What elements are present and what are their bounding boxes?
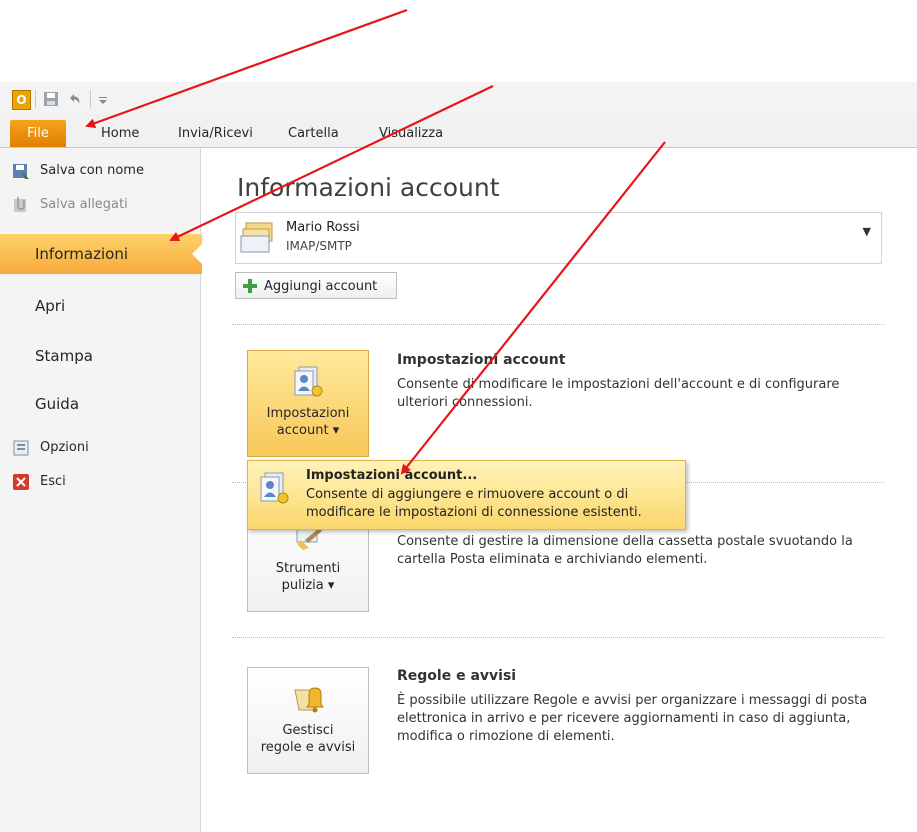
rules-alerts-title: Regole e avvisi — [397, 668, 517, 684]
options-icon — [13, 440, 29, 456]
section-divider — [232, 324, 884, 325]
rules-alerts-icon — [294, 687, 324, 713]
manage-rules-label-2: regole e avvisi — [260, 740, 356, 755]
account-icon — [240, 222, 273, 253]
tab-cartella[interactable]: Cartella — [288, 120, 339, 147]
close-icon — [13, 474, 29, 490]
qat-separator — [35, 90, 36, 108]
plus-icon — [243, 279, 257, 293]
account-settings-icon — [260, 472, 289, 504]
nav-item-informazioni[interactable]: Informazioni — [0, 234, 204, 274]
tab-home[interactable]: Home — [101, 120, 139, 147]
save-as-icon — [13, 164, 29, 179]
save-as-label: Salva con nome — [40, 163, 144, 178]
manage-rules-button[interactable]: Gestisci regole e avvisi — [247, 667, 369, 774]
menu-item-description: Consente di aggiungere e rimuovere accou… — [306, 487, 642, 520]
nav-item-guida[interactable]: Guida — [0, 384, 200, 424]
nav-item-stampa[interactable]: Stampa — [0, 336, 200, 376]
tab-invia-ricevi[interactable]: Invia/Ricevi — [178, 120, 253, 147]
backstage-nav: Salva con nome Salva allegati Informazio… — [0, 148, 204, 832]
qat-separator — [90, 90, 91, 108]
save-icon[interactable] — [42, 90, 60, 108]
add-account-label: Aggiungi account — [264, 279, 378, 294]
exit-label: Esci — [40, 474, 66, 489]
cleanup-tools-label-1: Strumenti — [275, 561, 341, 576]
page-title: Informazioni account — [237, 173, 500, 202]
account-type: IMAP/SMTP — [286, 239, 352, 253]
options-label: Opzioni — [40, 440, 89, 455]
undo-icon[interactable] — [66, 90, 84, 108]
cleanup-tools-description: Consente di gestire la dimensione della … — [397, 534, 853, 567]
account-settings-label-1: Impostazioni — [266, 406, 350, 421]
options-command[interactable]: Opzioni — [12, 436, 89, 460]
account-selector[interactable]: Mario Rossi IMAP/SMTP ▼ — [235, 212, 882, 264]
tab-visualizza[interactable]: Visualizza — [379, 120, 443, 147]
section-divider — [232, 637, 884, 638]
outlook-logo-icon[interactable]: O — [12, 90, 31, 110]
rules-alerts-description: È possibile utilizzare Regole e avvisi p… — [397, 693, 868, 744]
customize-qat-icon[interactable] — [94, 90, 112, 108]
account-settings-description: Consente di modificare le impostazioni d… — [397, 377, 840, 410]
account-settings-menu: Impostazioni account... Consente di aggi… — [247, 460, 686, 530]
cleanup-tools-label-2: pulizia ▾ — [281, 578, 335, 593]
tab-file[interactable]: File — [10, 120, 66, 147]
chevron-down-icon[interactable]: ▼ — [863, 225, 871, 238]
manage-rules-label-1: Gestisci — [282, 723, 334, 738]
account-name: Mario Rossi — [286, 220, 360, 235]
account-settings-label-2: account ▾ — [276, 423, 340, 438]
save-attachments-command[interactable]: Salva allegati — [12, 193, 128, 217]
save-attachments-icon — [14, 197, 26, 212]
ribbon-tabs: File Home Invia/Ricevi Cartella Visualiz… — [0, 114, 917, 148]
account-settings-icon — [294, 366, 323, 397]
save-attachments-label: Salva allegati — [40, 197, 128, 212]
account-settings-button[interactable]: Impostazioni account ▾ — [247, 350, 369, 457]
save-as-command[interactable]: Salva con nome — [12, 159, 144, 183]
quick-access-toolbar: O — [0, 82, 917, 114]
exit-command[interactable]: Esci — [12, 470, 66, 494]
account-settings-title: Impostazioni account — [397, 352, 566, 368]
nav-item-apri[interactable]: Apri — [0, 286, 200, 326]
add-account-button[interactable]: Aggiungi account — [235, 272, 397, 299]
menu-item-account-settings[interactable]: Impostazioni account... — [306, 468, 477, 483]
